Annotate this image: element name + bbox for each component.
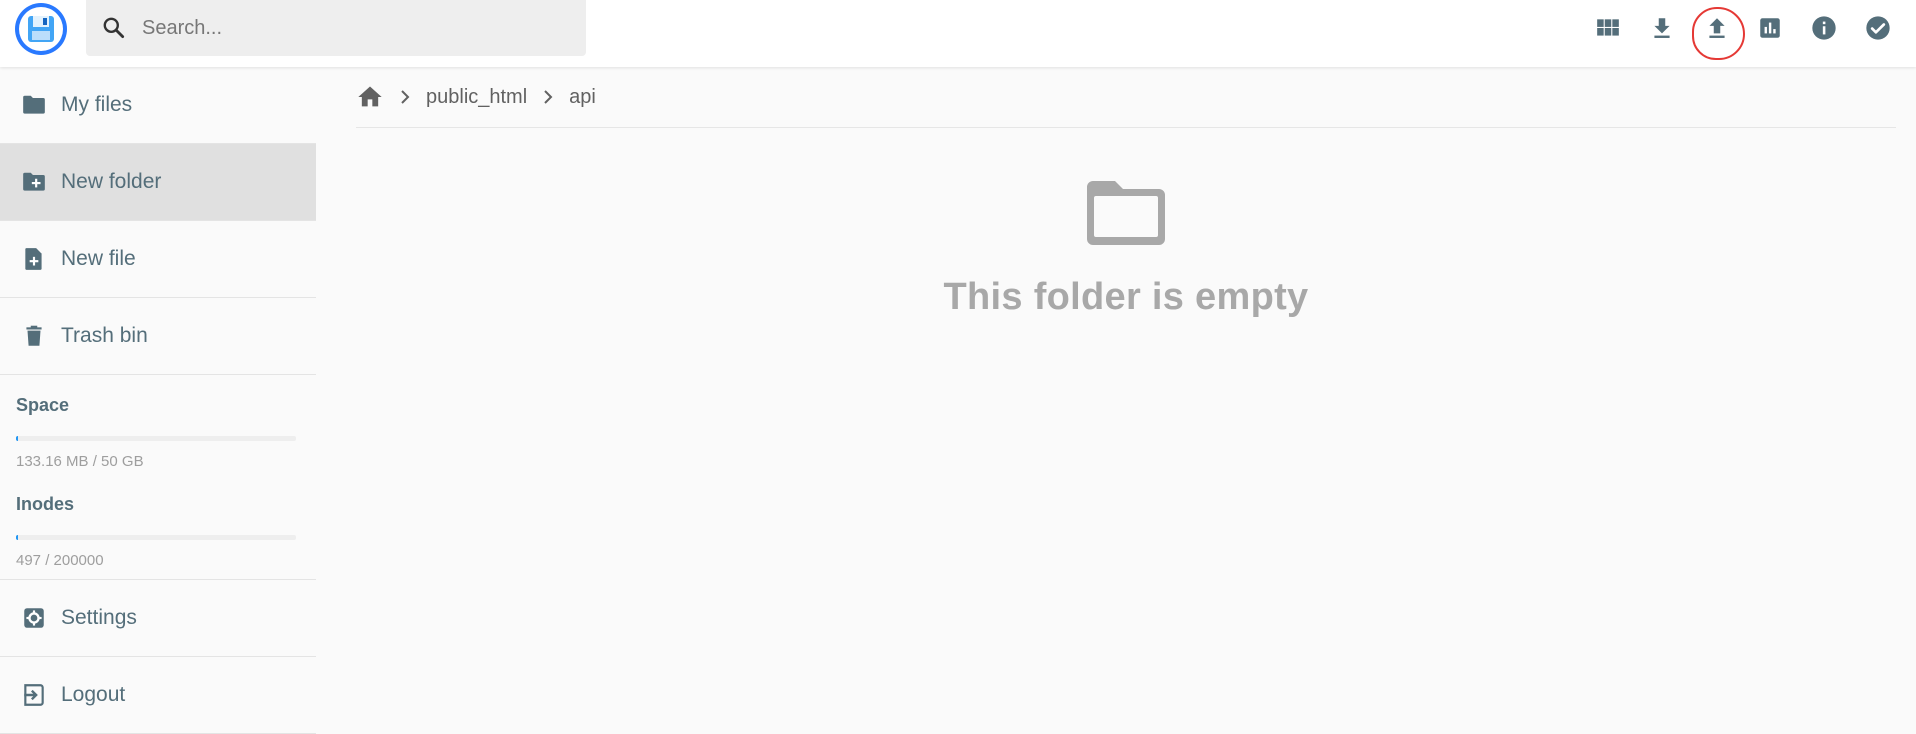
- sidebar-item-my-files[interactable]: My files: [0, 67, 316, 144]
- statistics-button[interactable]: [1748, 6, 1792, 50]
- select-multiple-button[interactable]: [1856, 6, 1900, 50]
- check-circle-icon: [1866, 16, 1890, 40]
- app-logo[interactable]: [15, 3, 67, 55]
- file-plus-icon: [20, 245, 48, 273]
- bar-chart-icon: [1760, 18, 1780, 38]
- download-icon: [1654, 18, 1670, 38]
- breadcrumb-item-api[interactable]: api: [569, 86, 596, 109]
- breadcrumb-item-public-html[interactable]: public_html: [426, 86, 527, 109]
- chevron-right-icon: [390, 89, 420, 105]
- sidebar-item-label: New file: [61, 247, 136, 270]
- empty-state: This folder is empty: [356, 177, 1896, 319]
- inodes-usage-text: 497 / 200000: [16, 552, 104, 569]
- sidebar-item-label: Logout: [61, 683, 126, 706]
- sidebar-item-logout[interactable]: Logout: [0, 657, 316, 734]
- trash-icon: [20, 322, 48, 350]
- breadcrumb: public_html api: [356, 67, 1896, 128]
- folder-outline-icon: [1083, 177, 1169, 254]
- chevron-right-icon: [533, 89, 563, 105]
- download-button[interactable]: [1640, 6, 1684, 50]
- info-button[interactable]: [1802, 6, 1846, 50]
- inodes-progress-fill: [16, 535, 18, 540]
- home-icon[interactable]: [356, 83, 384, 111]
- folder-plus-icon: [20, 168, 48, 196]
- sidebar: My files New folder New file Trash bin S…: [0, 67, 316, 734]
- sidebar-item-label: Settings: [61, 606, 137, 629]
- search-input[interactable]: [142, 16, 562, 40]
- space-usage-text: 133.16 MB / 50 GB: [16, 453, 144, 470]
- folder-icon: [20, 91, 48, 119]
- upload-icon: [1709, 18, 1725, 38]
- sidebar-item-new-file[interactable]: New file: [0, 221, 316, 298]
- space-progress-fill: [16, 436, 18, 441]
- inodes-progress-bar: [16, 535, 296, 540]
- logout-icon: [20, 681, 48, 709]
- empty-folder-message: This folder is empty: [943, 276, 1309, 318]
- info-icon: [1812, 16, 1836, 40]
- sidebar-item-settings[interactable]: Settings: [0, 580, 316, 657]
- sidebar-item-label: My files: [61, 93, 133, 116]
- space-title: Space: [16, 395, 70, 415]
- usage-panel: Space 133.16 MB / 50 GB Inodes 497 / 200…: [0, 375, 316, 580]
- inodes-title: Inodes: [16, 494, 75, 514]
- view-module-icon: [1597, 19, 1619, 36]
- sidebar-item-trash-bin[interactable]: Trash bin: [0, 298, 316, 375]
- gear-icon: [20, 604, 48, 632]
- main-content: public_html api This folder is empty: [356, 67, 1896, 726]
- search-bar[interactable]: [86, 0, 586, 56]
- sidebar-item-label: Trash bin: [61, 324, 148, 347]
- search-icon: [86, 0, 142, 56]
- sidebar-item-label: New folder: [61, 170, 162, 193]
- top-bar: [0, 0, 1916, 67]
- sidebar-item-new-folder[interactable]: New folder: [0, 144, 316, 221]
- toggle-view-button[interactable]: [1586, 6, 1630, 50]
- upload-button[interactable]: [1695, 6, 1739, 50]
- space-progress-bar: [16, 436, 296, 441]
- floppy-disk-icon: [19, 7, 63, 51]
